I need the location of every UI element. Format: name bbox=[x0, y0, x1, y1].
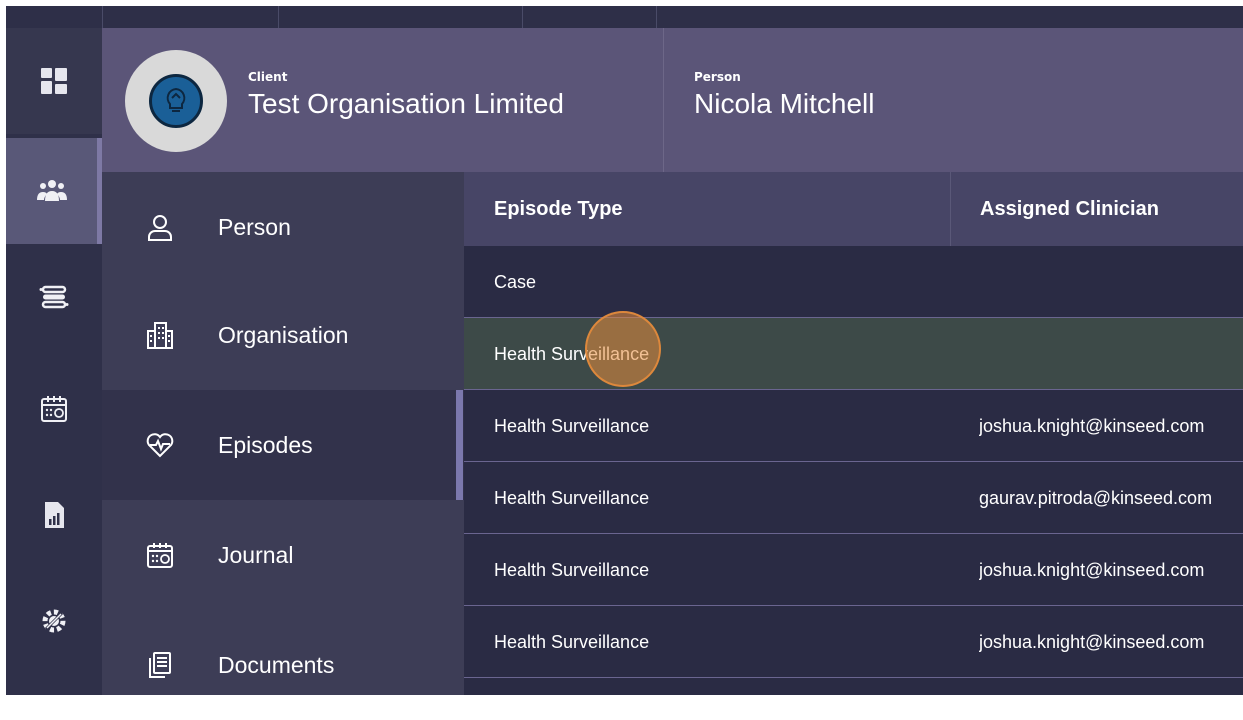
top-bar-divider bbox=[656, 6, 657, 28]
column-header-assigned-clinician[interactable]: Assigned Clinician bbox=[980, 172, 1159, 246]
top-bar-divider bbox=[278, 6, 279, 28]
top-bar-divider bbox=[102, 6, 103, 28]
client-logo bbox=[125, 50, 227, 152]
context-header: Client Test Organisation Limited Person … bbox=[102, 28, 1243, 172]
table-row[interactable]: Health Surveillance joshua.knight@kinsee… bbox=[464, 390, 1243, 462]
client-block: Client Test Organisation Limited bbox=[248, 70, 564, 120]
subnav-label: Organisation bbox=[218, 321, 349, 348]
rail-item-people[interactable] bbox=[6, 138, 102, 244]
building-icon bbox=[147, 322, 173, 349]
subnav-item-documents[interactable]: Documents bbox=[102, 610, 464, 720]
rail-item-reports[interactable] bbox=[6, 462, 102, 568]
people-icon bbox=[36, 180, 67, 201]
cell-clinician bbox=[979, 246, 1243, 318]
subnav-item-person[interactable]: Person bbox=[102, 172, 464, 282]
left-rail bbox=[6, 28, 102, 695]
dashboard-icon bbox=[41, 68, 67, 94]
subnav-label: Person bbox=[218, 213, 291, 240]
rail-item-calendar[interactable] bbox=[6, 356, 102, 462]
table-row[interactable]: Health Surveillance gaurav.pitroda@kinse… bbox=[464, 462, 1243, 534]
subnav-item-journal[interactable]: Journal bbox=[102, 500, 464, 610]
subnav-label: Journal bbox=[218, 541, 294, 568]
client-name: Test Organisation Limited bbox=[248, 88, 564, 119]
calendar-icon bbox=[147, 543, 173, 568]
cell-episode-type: Case bbox=[494, 271, 537, 292]
top-bar-divider bbox=[522, 6, 523, 28]
cell-clinician: gaurav.pitroda@kinseed.com bbox=[979, 487, 1213, 508]
person-label: Person bbox=[694, 70, 741, 84]
cell-episode-type: Health Surveillance bbox=[494, 487, 650, 508]
subnav-item-organisation[interactable]: Organisation bbox=[102, 280, 464, 390]
cell-clinician: joshua.knight@kinseed.com bbox=[979, 415, 1205, 436]
subnav-label: Documents bbox=[218, 651, 335, 678]
active-indicator bbox=[456, 390, 463, 500]
person-icon bbox=[148, 215, 172, 241]
calendar-icon bbox=[41, 396, 67, 422]
rail-item-workflow[interactable] bbox=[6, 244, 102, 350]
report-icon bbox=[45, 502, 64, 528]
rail-item-settings[interactable] bbox=[6, 568, 102, 674]
column-header-episode-type[interactable]: Episode Type bbox=[494, 172, 623, 246]
table-row[interactable]: Health Surveillance joshua.knight@kinsee… bbox=[464, 606, 1243, 678]
table-row[interactable]: Health Surveillance bbox=[464, 318, 1243, 390]
client-label: Client bbox=[248, 70, 288, 84]
person-block: Person Nicola Mitchell bbox=[694, 70, 875, 120]
table-row[interactable]: Health Surveillance joshua.knight@kinsee… bbox=[464, 534, 1243, 606]
table-row[interactable]: Case bbox=[464, 246, 1243, 318]
heart-pulse-icon bbox=[146, 433, 174, 458]
cell-episode-type: Health Surveillance bbox=[494, 415, 650, 436]
rail-item-dashboard[interactable] bbox=[6, 28, 102, 134]
cell-clinician: joshua.knight@kinseed.com bbox=[979, 631, 1205, 652]
table-header: Episode Type Assigned Clinician bbox=[464, 172, 1243, 246]
person-name: Nicola Mitchell bbox=[694, 88, 875, 119]
top-bar bbox=[6, 6, 1243, 28]
cell-episode-type: Health Surveillance bbox=[494, 631, 650, 652]
column-divider bbox=[950, 172, 951, 246]
subnav-item-episodes[interactable]: Episodes bbox=[102, 390, 464, 500]
cell-episode-type: Health Surveillance bbox=[494, 559, 650, 580]
settings-icon bbox=[42, 609, 66, 633]
subnav-label: Episodes bbox=[218, 431, 313, 458]
cell-episode-type: Health Surveillance bbox=[494, 343, 650, 364]
episodes-table: Episode Type Assigned Clinician Case Hea… bbox=[464, 172, 1243, 695]
lightbulb-logo-icon bbox=[149, 74, 203, 128]
cell-clinician bbox=[979, 318, 1243, 390]
cell-clinician: joshua.knight@kinseed.com bbox=[979, 559, 1205, 580]
top-strip bbox=[0, 0, 1243, 28]
record-subnav: Person Organisation Episodes Journal Doc… bbox=[102, 172, 464, 695]
header-divider bbox=[663, 28, 664, 172]
workflow-icon bbox=[39, 285, 69, 309]
documents-icon bbox=[149, 652, 171, 678]
